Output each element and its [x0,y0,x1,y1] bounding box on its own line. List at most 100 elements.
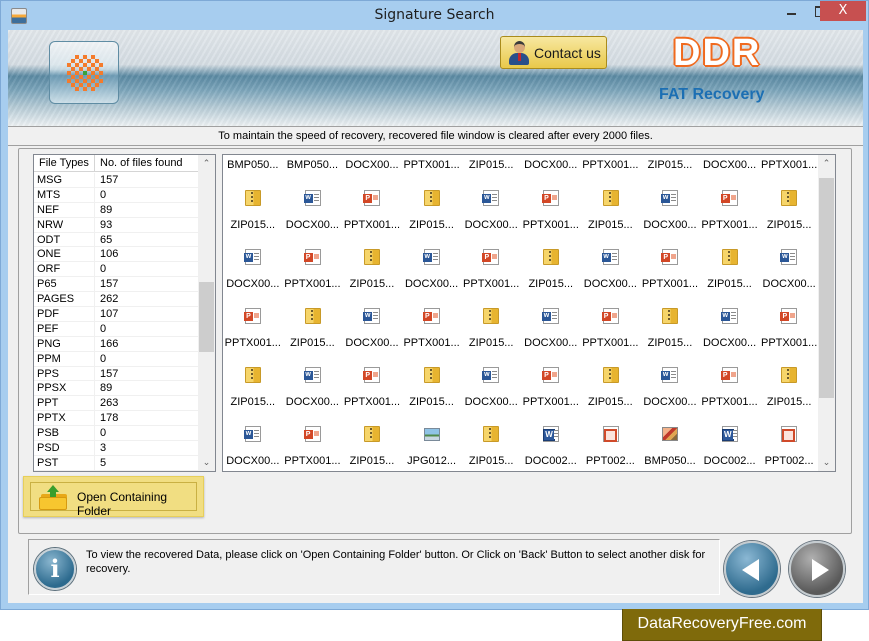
scrollbar-thumb[interactable] [199,282,214,353]
file-item[interactable]: PPTX001... [461,236,521,295]
column-header-files-found[interactable]: No. of files found [95,155,200,172]
file-item[interactable]: PPTX001... [283,236,343,295]
file-item[interactable]: PPTX001... [700,354,760,413]
file-item[interactable]: DOCX00... [581,236,641,295]
file-item[interactable]: ZIP015... [283,295,343,354]
watermark-link[interactable]: DataRecoveryFree.com [622,609,822,641]
file-item[interactable]: PPTX001... [759,155,819,177]
file-item[interactable]: ZIP015... [342,413,402,471]
file-item[interactable]: DOCX00... [342,155,402,177]
arrow-right-icon [812,559,829,581]
file-item[interactable]: DOC002... [700,413,760,471]
file-item[interactable]: ZIP015... [759,354,819,413]
file-item[interactable]: ZIP015... [461,413,521,471]
file-item[interactable]: PPTX001... [402,155,462,177]
table-row[interactable]: PPT 263 [34,396,200,412]
table-row[interactable]: PPM 0 [34,351,200,367]
open-containing-folder-button[interactable]: Open Containing Folder [23,476,204,518]
next-button[interactable] [789,541,845,597]
table-row[interactable]: NRW 93 [34,217,200,233]
file-item[interactable]: ZIP015... [342,236,402,295]
file-item[interactable]: PPTX001... [402,295,462,354]
grid-scrollbar[interactable]: ⌃ ⌄ [818,155,835,471]
table-row[interactable]: PEF 0 [34,321,200,337]
table-row[interactable]: P65 157 [34,277,200,293]
file-item[interactable]: DOCX00... [521,155,581,177]
table-row[interactable]: PAGES 262 [34,292,200,308]
table-row[interactable]: ORF 0 [34,262,200,278]
table-row[interactable]: PPS 157 [34,366,200,382]
file-item[interactable]: BMP050... [223,155,283,177]
file-item[interactable]: ZIP015... [700,236,760,295]
file-item[interactable]: PPTX001... [759,295,819,354]
file-item[interactable]: ZIP015... [223,354,283,413]
table-row[interactable]: ODT 65 [34,232,200,248]
file-item[interactable]: ZIP015... [640,295,700,354]
table-row[interactable]: PNG 166 [34,336,200,352]
file-item[interactable]: DOCX00... [283,177,343,236]
table-row[interactable]: MTS 0 [34,187,200,203]
file-item[interactable]: PPTX001... [521,354,581,413]
file-item[interactable]: DOCX00... [461,354,521,413]
file-item[interactable]: BMP050... [283,155,343,177]
table-row[interactable]: PSB 0 [34,426,200,442]
file-item[interactable]: JPG012... [402,413,462,471]
table-scrollbar[interactable]: ⌃ ⌄ [198,155,215,471]
file-item[interactable]: DOCX00... [342,295,402,354]
file-item[interactable]: PPTX001... [223,295,283,354]
file-item[interactable]: DOCX00... [640,354,700,413]
table-row[interactable]: PUB157 [34,470,200,471]
file-item[interactable]: PPTX001... [640,236,700,295]
scrollbar-thumb[interactable] [819,178,834,399]
file-item[interactable]: DOC002... [521,413,581,471]
table-row[interactable]: MSG 157 [34,173,200,188]
file-item[interactable]: ZIP015... [521,236,581,295]
file-item[interactable]: PPTX001... [581,155,641,177]
file-item[interactable]: DOCX00... [223,413,283,471]
file-item[interactable]: DOCX00... [402,236,462,295]
file-item[interactable]: ZIP015... [461,295,521,354]
file-item[interactable]: PPTX001... [581,295,641,354]
contact-us-button[interactable]: Contact us [500,36,607,69]
table-row[interactable]: PDF 107 [34,307,200,322]
column-header-file-types[interactable]: File Types [34,155,95,172]
file-item[interactable]: DOCX00... [759,236,819,295]
file-item[interactable]: ZIP015... [759,177,819,236]
file-item[interactable]: ZIP015... [640,155,700,177]
table-row[interactable]: NEF 89 [34,202,200,218]
file-item[interactable]: PPTX001... [342,354,402,413]
scroll-up-icon[interactable]: ⌃ [198,155,215,172]
file-item[interactable]: DOCX00... [521,295,581,354]
scroll-up-icon[interactable]: ⌃ [818,155,835,172]
file-item[interactable]: PPTX001... [521,177,581,236]
file-item[interactable]: ZIP015... [581,354,641,413]
back-button[interactable] [724,541,780,597]
table-row[interactable]: ONE 106 [34,247,200,263]
scroll-down-icon[interactable]: ⌄ [198,454,215,471]
file-item[interactable]: PPT002... [581,413,641,471]
file-item[interactable]: ZIP015... [581,177,641,236]
file-name: DOCX00... [226,278,280,290]
table-row[interactable]: PPTX 178 [34,411,200,427]
file-item[interactable]: PPTX001... [342,177,402,236]
close-button[interactable]: X [820,1,866,21]
minimize-button[interactable] [779,1,805,21]
scroll-down-icon[interactable]: ⌄ [818,454,835,471]
file-item[interactable]: BMP050... [640,413,700,471]
file-item[interactable]: DOCX00... [223,236,283,295]
file-item[interactable]: PPTX001... [283,413,343,471]
table-row[interactable]: PST 5 [34,455,200,471]
file-item[interactable]: ZIP015... [461,155,521,177]
file-item[interactable]: PPTX001... [700,177,760,236]
file-item[interactable]: ZIP015... [223,177,283,236]
file-item[interactable]: DOCX00... [283,354,343,413]
file-item[interactable]: PPT002... [759,413,819,471]
file-item[interactable]: DOCX00... [700,155,760,177]
table-row[interactable]: PPSX 89 [34,381,200,397]
file-item[interactable]: DOCX00... [640,177,700,236]
file-item[interactable]: DOCX00... [700,295,760,354]
file-item[interactable]: ZIP015... [402,354,462,413]
table-row[interactable]: PSD 3 [34,441,200,456]
file-item[interactable]: ZIP015... [402,177,462,236]
file-item[interactable]: DOCX00... [461,177,521,236]
